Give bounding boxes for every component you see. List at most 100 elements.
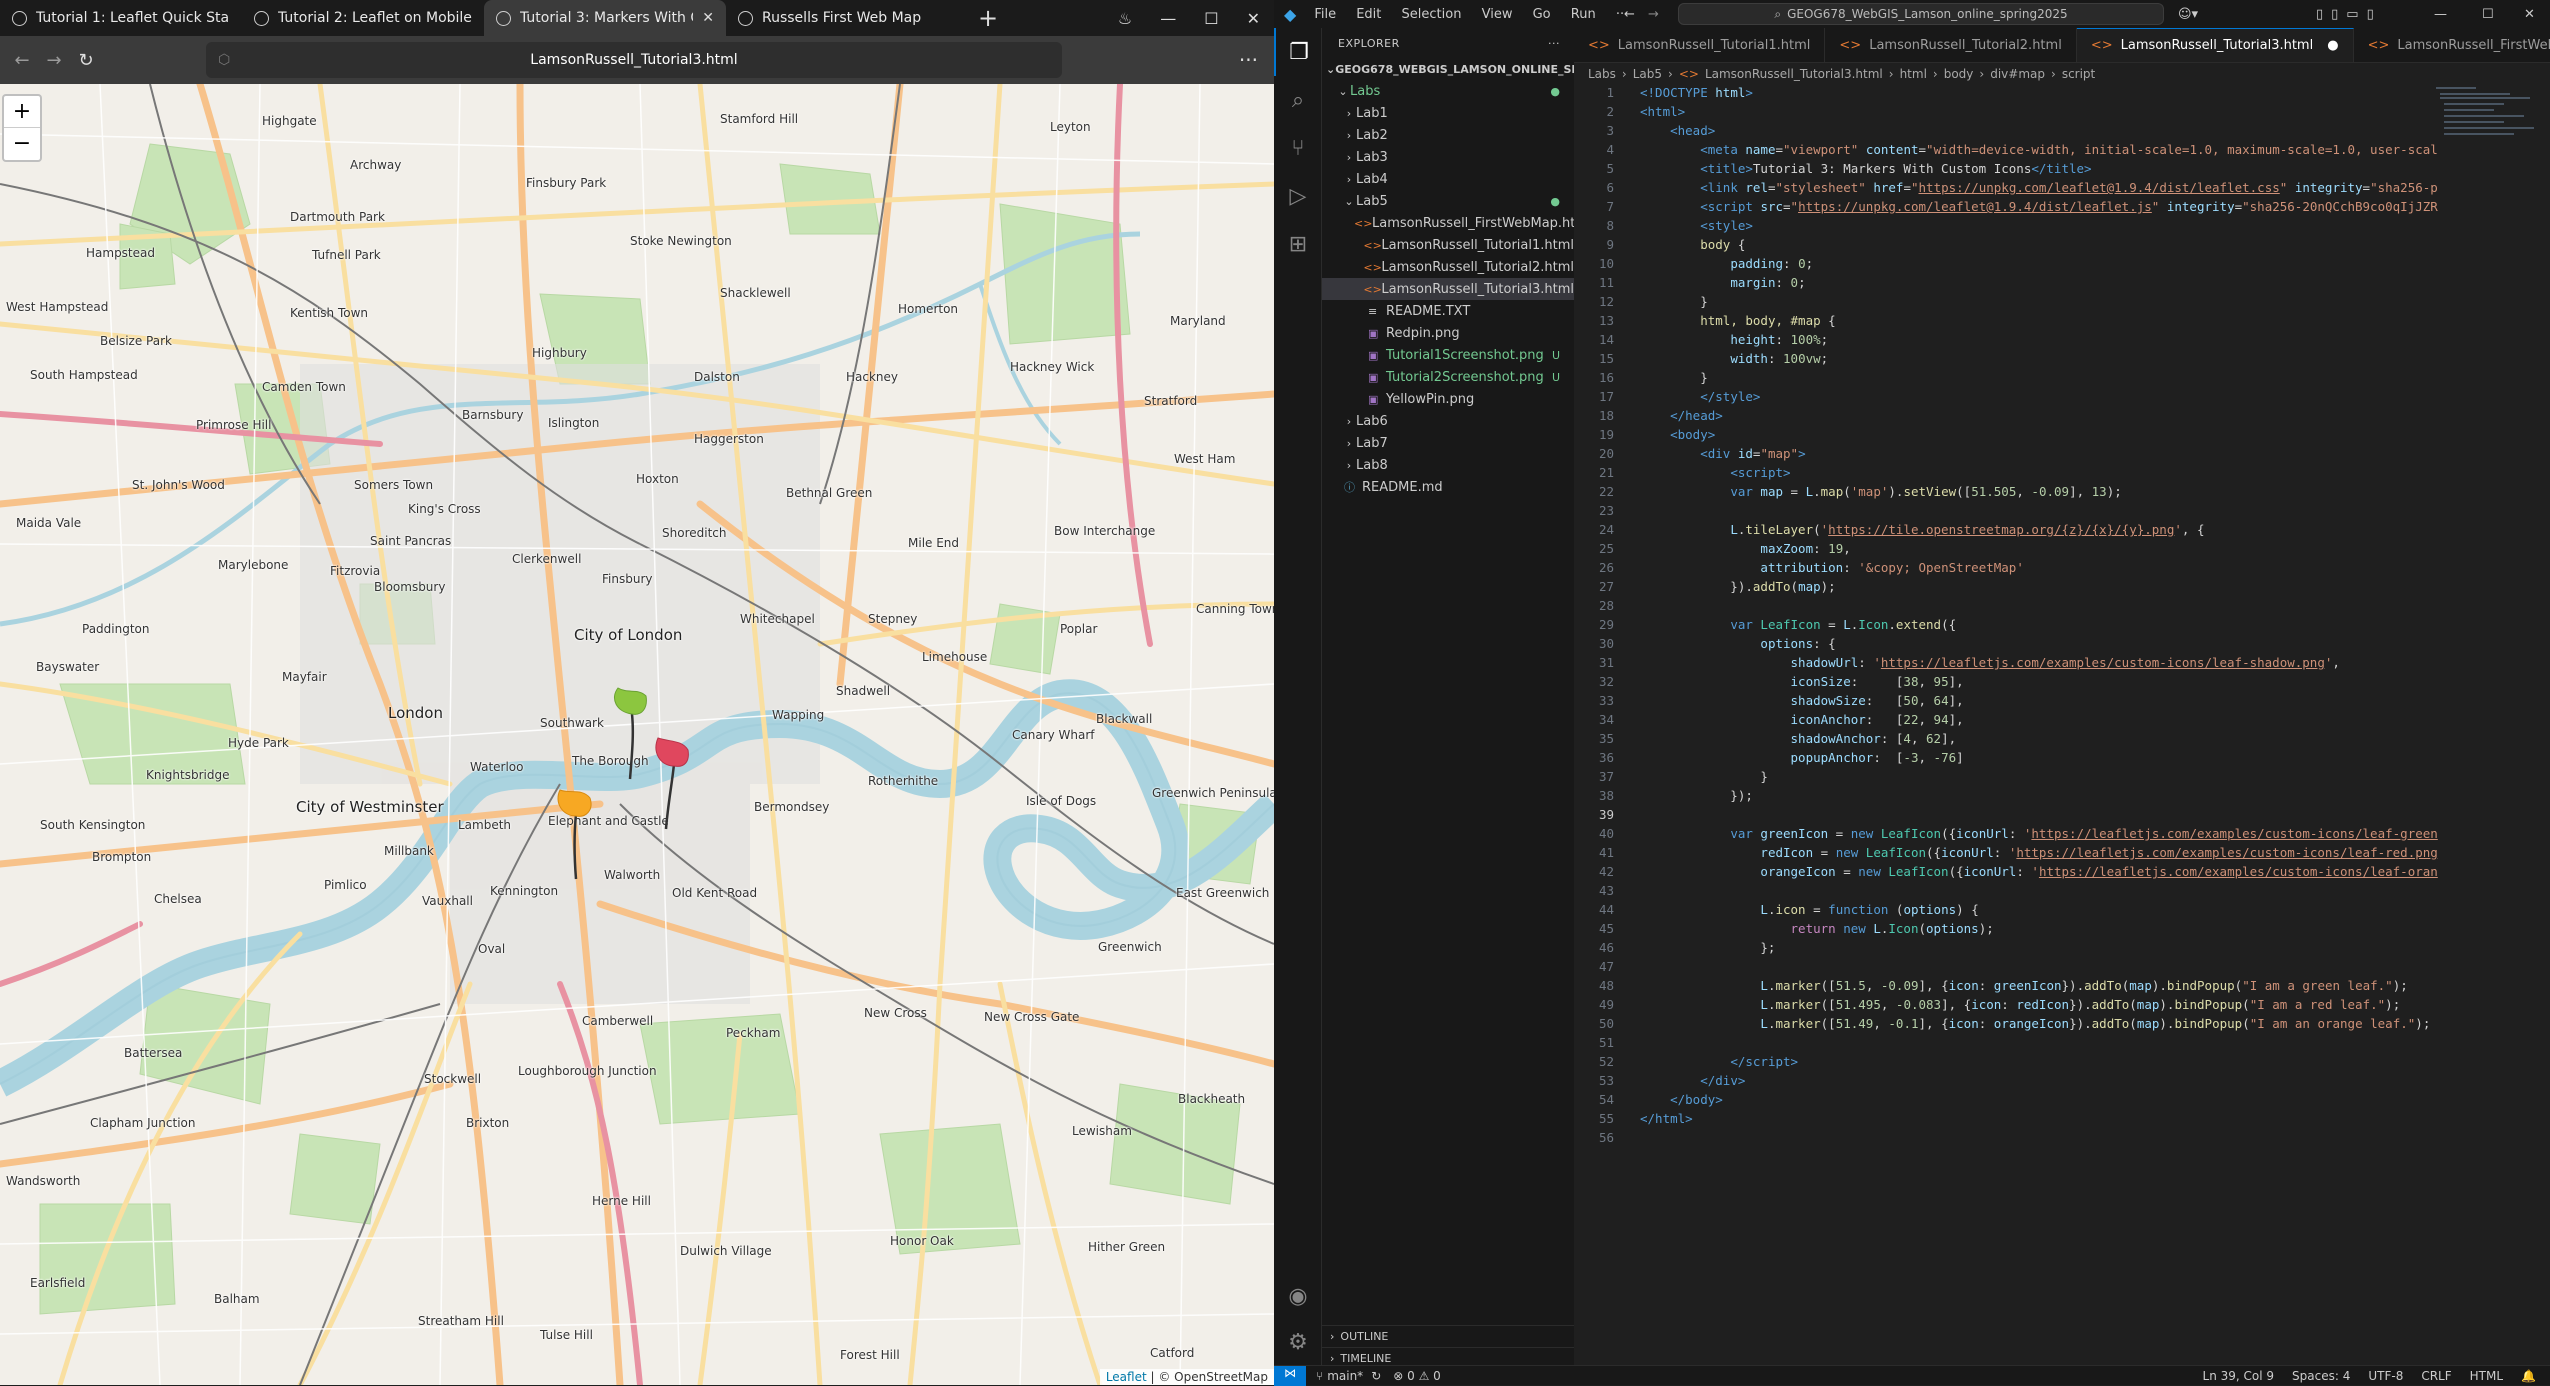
breadcrumb-item[interactable]: script — [2062, 67, 2095, 81]
branch-label[interactable]: main* — [1327, 1369, 1363, 1383]
menu-selection[interactable]: Selection — [1402, 7, 1462, 22]
explorer-item[interactable]: ▣ Tutorial2Screenshot.png U — [1322, 366, 1574, 388]
place-label: Southwark — [540, 716, 604, 730]
editor-tab-tutorial1[interactable]: <> LamsonRussell_Tutorial1.html — [1574, 28, 1826, 62]
url-field[interactable]: ⬡ LamsonRussell_Tutorial3.html — [206, 42, 1062, 78]
minimize-icon[interactable]: — — [2434, 7, 2447, 22]
menu-go[interactable]: Go — [1533, 7, 1551, 22]
browser-tab-4[interactable]: Russells First Web Map — [726, 0, 968, 36]
breadcrumb-item[interactable]: Lab5 — [1633, 67, 1662, 81]
browser-tab-2[interactable]: Tutorial 2: Leaflet on Mobile — [242, 0, 484, 36]
close-window-icon[interactable]: ✕ — [2524, 7, 2535, 22]
leaflet-link[interactable]: Leaflet — [1106, 1370, 1147, 1384]
editor-tab-tutorial2[interactable]: <> LamsonRussell_Tutorial2.html — [1825, 28, 2077, 62]
workspace-root[interactable]: ⌄GEOG678_WEBGIS_LAMSON_ONLINE_SPRI... — [1322, 58, 1574, 80]
forward-icon[interactable]: → — [38, 50, 70, 71]
explorer-item[interactable]: ⓘ README.md — [1322, 476, 1574, 498]
editor-tab-tutorial3[interactable]: <> LamsonRussell_Tutorial3.html ● — [2076, 28, 2354, 62]
maximize-icon[interactable]: ☐ — [2482, 7, 2494, 22]
explorer-item[interactable]: › Lab4 — [1322, 168, 1574, 190]
menu-file[interactable]: File — [1314, 7, 1336, 22]
reload-icon[interactable]: ↻ — [70, 50, 102, 71]
menu-run[interactable]: Run — [1571, 7, 1596, 22]
activity-bar: ❐ ⌕ ⑂ ▷ ⊞ ◉ ⚙ — [1274, 28, 1322, 1365]
more-icon[interactable]: ··· — [1548, 37, 1560, 50]
explorer-item[interactable]: ▣ Redpin.png — [1322, 322, 1574, 344]
place-label: Stamford Hill — [720, 112, 799, 126]
breadcrumb-item[interactable]: html — [1900, 67, 1927, 81]
place-label: Clerkenwell — [512, 552, 582, 566]
explorer-item[interactable]: › Lab8 — [1322, 454, 1574, 476]
sync-icon[interactable]: ↻ — [1371, 1369, 1381, 1383]
explorer-item-label: Redpin.png — [1386, 325, 1460, 341]
gear-icon[interactable]: ⚙ — [1274, 1318, 1322, 1366]
outline-section[interactable]: › OUTLINE — [1322, 1325, 1574, 1347]
orange-leaf-marker[interactable] — [552, 784, 602, 884]
leaflet-map[interactable]: Highgate Archway Stamford Hill Leyton Ha… — [0, 84, 1274, 1385]
explorer-item[interactable]: ▣ YellowPin.png — [1322, 388, 1574, 410]
copilot-icon[interactable]: ☺▾ — [2178, 7, 2198, 22]
explorer-item[interactable]: ▣ Tutorial1Screenshot.png U — [1322, 344, 1574, 366]
zoom-out-button[interactable]: − — [4, 128, 40, 160]
remote-icon[interactable]: ⋈ — [1274, 1365, 1306, 1386]
code-line: 41 redIcon = new LeafIcon({iconUrl: 'htt… — [1598, 845, 2438, 860]
explorer-item[interactable]: › Lab7 — [1322, 432, 1574, 454]
close-icon[interactable]: ✕ — [702, 10, 714, 26]
explorer-item[interactable]: › Lab1 — [1322, 102, 1574, 124]
problems-indicator[interactable]: ⊗ 0 ⚠ 0 — [1393, 1369, 1441, 1383]
more-menu-button[interactable]: ··· — [1239, 48, 1258, 72]
breadcrumb-item[interactable]: div#map — [1990, 67, 2045, 81]
encoding[interactable]: UTF-8 — [2368, 1369, 2403, 1383]
browser-tab-3[interactable]: Tutorial 3: Markers With Custom ✕ — [484, 0, 726, 36]
minimize-icon[interactable]: — — [1160, 9, 1176, 28]
explorer-item-label: Lab7 — [1356, 435, 1388, 451]
menu-edit[interactable]: Edit — [1356, 7, 1381, 22]
explorer-item[interactable]: ⌄ Lab5 ● — [1322, 190, 1574, 212]
place-label: Kentish Town — [290, 306, 369, 320]
new-tab-button[interactable]: + — [968, 0, 1008, 36]
unsaved-dot-icon[interactable]: ● — [2327, 38, 2338, 53]
search-icon[interactable]: ⌕ — [1274, 76, 1322, 124]
command-center[interactable]: ⌕ GEOG678_WebGIS_Lamson_online_spring2025 — [1678, 3, 2164, 25]
layout-controls[interactable]: ▯▯▭▯ — [2316, 7, 2382, 22]
minimap[interactable] — [2436, 85, 2536, 185]
run-debug-icon[interactable]: ▷ — [1274, 172, 1322, 220]
forward-icon[interactable]: → — [1648, 7, 1659, 22]
indentation[interactable]: Spaces: 4 — [2292, 1369, 2350, 1383]
maximize-icon[interactable]: ☐ — [1204, 9, 1218, 28]
code-editor[interactable]: 1 <!DOCTYPE html> 2 <html> 3 <head> 4 <met… — [1574, 85, 2550, 1149]
breadcrumb-item[interactable]: LamsonRussell_Tutorial3.html — [1705, 67, 1883, 81]
browser-tab-1[interactable]: Tutorial 1: Leaflet Quick Start Guide — [0, 0, 242, 36]
bell-icon[interactable]: 🔔 — [2521, 1369, 2536, 1383]
end-of-line[interactable]: CRLF — [2421, 1369, 2451, 1383]
breadcrumb-item[interactable]: Labs — [1588, 67, 1616, 81]
red-leaf-marker[interactable] — [648, 734, 698, 834]
extensions-icon[interactable]: ⊞ — [1274, 220, 1322, 268]
explorer-item[interactable]: <> LamsonRussell_FirstWebMap.html — [1322, 212, 1574, 234]
source-control-icon[interactable]: ⑂ — [1274, 124, 1322, 172]
place-label: Blackwall — [1096, 712, 1153, 726]
menu-view[interactable]: View — [1482, 7, 1513, 22]
close-window-icon[interactable]: ✕ — [1247, 9, 1260, 28]
zoom-in-button[interactable]: + — [4, 96, 40, 128]
cursor-position[interactable]: Ln 39, Col 9 — [2203, 1369, 2275, 1383]
explorer-item[interactable]: <> LamsonRussell_Tutorial2.html — [1322, 256, 1574, 278]
explorer-item[interactable]: › Lab3 — [1322, 146, 1574, 168]
explorer-item[interactable]: <> LamsonRussell_Tutorial1.html — [1322, 234, 1574, 256]
editor-tab-firstwebmap[interactable]: <> LamsonRussell_FirstWebMap.html — [2354, 28, 2550, 62]
explorer-icon[interactable]: ❐ — [1274, 28, 1322, 76]
folder-labs[interactable]: ⌄ Labs ● — [1322, 80, 1574, 102]
back-icon[interactable]: ← — [6, 50, 38, 71]
flame-icon[interactable]: ♨ — [1118, 9, 1132, 28]
account-icon[interactable]: ◉ — [1274, 1272, 1322, 1320]
language-mode[interactable]: HTML — [2470, 1369, 2503, 1383]
explorer-item[interactable]: <> LamsonRussell_Tutorial3.html — [1322, 278, 1574, 300]
place-label: Bloomsbury — [374, 580, 446, 594]
breadcrumb-item[interactable]: body — [1944, 67, 1974, 81]
code-line: 13 html, body, #map { — [1598, 313, 1836, 328]
explorer-item[interactable]: › Lab6 — [1322, 410, 1574, 432]
explorer-item[interactable]: ≡ README.TXT — [1322, 300, 1574, 322]
explorer-item[interactable]: › Lab2 — [1322, 124, 1574, 146]
back-icon[interactable]: ← — [1624, 7, 1635, 22]
code-line: 28 — [1598, 598, 1614, 613]
